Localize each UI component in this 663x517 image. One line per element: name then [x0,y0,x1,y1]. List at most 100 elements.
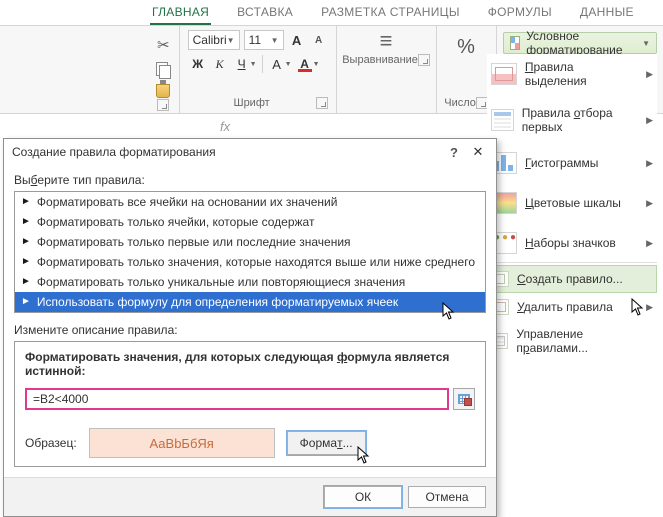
rule-type-text: Форматировать только ячейки, которые сод… [37,215,315,229]
group-font: Calibri ▼ 11 ▼ A A Ж К Ч ▼ A ▼ [180,26,337,113]
cf-manage-rules[interactable]: Управление правилами... [487,321,657,361]
font-name-select[interactable]: Calibri ▼ [188,30,240,50]
alignment-icon[interactable]: ≡ [380,30,393,52]
top-bottom-icon [491,109,514,131]
increase-font-icon[interactable]: A [288,30,306,50]
conditional-formatting-button[interactable]: Условное форматирование ▼ [503,32,657,54]
ribbon-tabs: ГЛАВНАЯ ВСТАВКА РАЗМЕТКА СТРАНИЦЫ ФОРМУЛ… [0,0,663,26]
rule-type-text: Форматировать все ячейки на основании их… [37,195,338,209]
decrease-font-icon[interactable]: A [310,30,328,50]
rule-type-text: Форматировать только первые или последни… [37,235,351,249]
bold-button[interactable]: Ж [188,54,208,74]
group-clipboard: ✂ [148,26,180,113]
underline-button[interactable]: Ч [232,54,252,74]
cancel-button[interactable]: Отмена [408,486,486,508]
rule-type-text: Форматировать только уникальные или повт… [37,275,405,289]
rule-description-panel: Форматировать значения, для которых след… [14,341,486,467]
cf-item-label: Создать правило... [517,272,623,286]
fx-icon[interactable]: fx [220,119,230,134]
rule-type-text: Форматировать только значения, которые н… [37,255,475,269]
font-color-bar [298,69,312,72]
conditional-formatting-label: Условное форматирование [526,29,636,57]
help-button[interactable]: ? [442,145,466,160]
rule-type-text: Использовать формулу для определения фор… [37,295,398,309]
formula-value: =B2<4000 [33,392,88,406]
rule-type-item[interactable]: ►Форматировать все ячейки на основании и… [15,192,485,212]
chevron-down-icon: ▼ [227,36,235,45]
chevron-right-icon: ▶ [646,69,653,80]
format-preview: АаВbБбЯя [89,428,275,458]
group-title-number: Число [444,95,476,111]
group-title-align: Выравнивание [342,52,418,68]
preview-label: Образец: [25,436,77,450]
cf-new-rule[interactable]: Создать правило... [487,265,657,293]
chevron-right-icon: ▶ [646,198,653,209]
highlight-rules-icon [491,63,517,85]
chevron-down-icon: ▼ [642,39,650,48]
font-color-button[interactable]: A [295,54,315,74]
chevron-right-icon: ▶ [646,238,653,249]
cf-item-label: Правила отбора первых [522,106,638,134]
rule-type-item[interactable]: ►Форматировать только значения, которые … [15,252,485,272]
edit-rule-desc-label: Измените описание правила: [14,323,486,337]
fill-color-button[interactable]: A [267,54,287,74]
cf-data-bars[interactable]: Гистограммы ▶ [487,146,657,180]
chevron-right-icon: ▶ [646,302,653,313]
menu-separator [487,262,657,263]
rule-type-item[interactable]: ►Форматировать только ячейки, которые со… [15,212,485,232]
cf-top-bottom-rules[interactable]: Правила отбора первых ▶ [487,100,657,140]
tab-formulas[interactable]: ФОРМУЛЫ [486,1,554,25]
tab-data[interactable]: ДАННЫЕ [578,1,636,25]
group-title-font: Шрифт [188,95,316,111]
separator [262,55,263,73]
conditional-formatting-icon [510,36,521,50]
cf-item-label: Правила выделения [525,60,638,88]
chevron-right-icon: ▶ [646,115,653,126]
dialog-title: Создание правила форматирования [12,145,216,159]
formula-caption: Форматировать значения, для которых след… [25,350,475,378]
tab-layout[interactable]: РАЗМЕТКА СТРАНИЦЫ [319,1,462,25]
range-selector-icon [458,394,470,404]
tab-home[interactable]: ГЛАВНАЯ [150,1,211,25]
tab-insert[interactable]: ВСТАВКА [235,1,295,25]
cf-item-label: Гистограммы [525,156,598,170]
align-launcher-icon[interactable] [418,54,430,66]
rule-type-item-selected[interactable]: ►Использовать формулу для определения фо… [15,292,485,312]
select-rule-type-label: Выберите тип правила: [14,173,486,187]
cf-color-scales[interactable]: Цветовые шкалы ▶ [487,186,657,220]
dialog-titlebar[interactable]: Создание правила форматирования ? ✕ [4,139,496,165]
percent-icon[interactable]: % [457,30,475,59]
cf-icon-sets[interactable]: Наборы значков ▶ [487,226,657,260]
cursor-icon [357,446,373,466]
cf-highlight-rules[interactable]: Правила выделения ▶ [487,54,657,94]
cf-item-label: Удалить правила [517,300,613,314]
conditional-formatting-menu: Правила выделения ▶ Правила отбора первы… [487,54,657,361]
cf-item-label: Управление правилами... [516,327,653,355]
formula-input[interactable]: =B2<4000 [25,388,449,410]
italic-button[interactable]: К [210,54,230,74]
font-size-value: 11 [249,33,261,47]
new-formatting-rule-dialog: Создание правила форматирования ? ✕ Выбе… [3,138,497,517]
range-selector-button[interactable] [453,388,475,410]
chevron-right-icon: ▶ [646,158,653,169]
font-launcher-icon[interactable] [316,97,328,109]
cf-item-label: Цветовые шкалы [525,196,621,210]
font-size-select[interactable]: 11 ▼ [244,30,284,50]
font-name-value: Calibri [193,33,227,47]
rule-type-item[interactable]: ►Форматировать только уникальные или пов… [15,272,485,292]
ok-button[interactable]: ОК [324,486,402,508]
rule-type-item[interactable]: ►Форматировать только первые или последн… [15,232,485,252]
format-button[interactable]: Формат... [287,431,366,455]
formula-bar: fx [0,115,500,137]
group-alignment: ≡ Выравнивание [337,26,437,113]
close-button[interactable]: ✕ [466,144,490,160]
chevron-down-icon[interactable]: ▼ [250,61,258,68]
cf-item-label: Наборы значков [525,236,616,250]
cf-clear-rules[interactable]: Удалить правила ▶ [487,293,657,321]
rule-type-list[interactable]: ►Форматировать все ячейки на основании и… [14,191,486,313]
format-painter-icon[interactable] [156,84,170,98]
cut-icon[interactable]: ✂ [157,36,170,54]
chevron-down-icon: ▼ [271,36,279,45]
copy-icon[interactable] [156,62,170,76]
clipboard-launcher-icon[interactable] [157,99,169,111]
